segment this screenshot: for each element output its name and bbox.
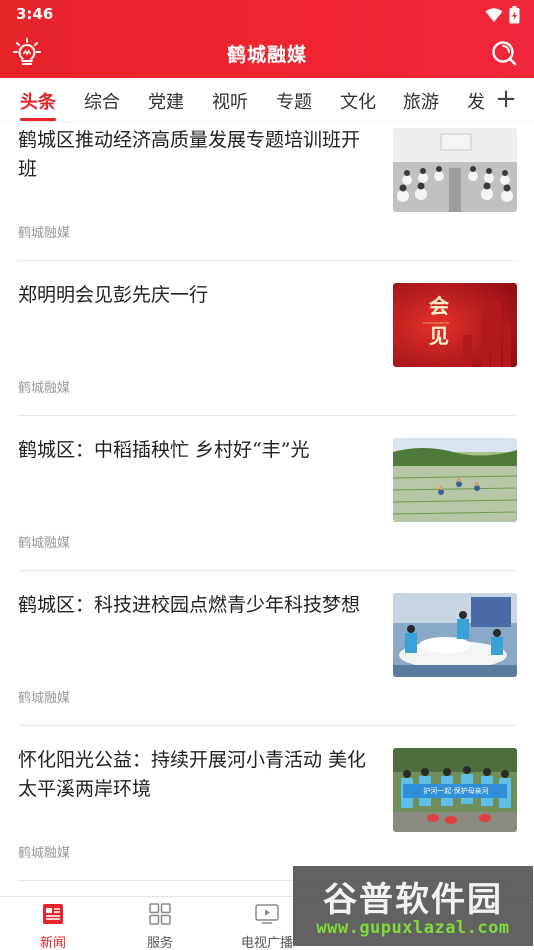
news-feed: 鹤城区推动经济高质量发展专题培训班开班 鹤城融媒 郑明明会见彭先庆一行 鹤城融媒… bbox=[0, 122, 534, 896]
news-item[interactable]: 鹤城区推动经济高质量发展专题培训班开班 鹤城融媒 bbox=[0, 122, 534, 277]
tab-list: 头条 综合 党建 视听 专题 文化 旅游 发 bbox=[0, 78, 490, 121]
watermark-url: www.gupuxlazal.com bbox=[316, 918, 510, 938]
search-icon bbox=[492, 41, 517, 66]
news-thumbnail: 会见 bbox=[393, 283, 517, 367]
nav-news[interactable]: 新闻 bbox=[13, 901, 93, 950]
newspaper-icon bbox=[43, 904, 63, 924]
news-thumbnail bbox=[393, 593, 517, 677]
status-time: 3:46 bbox=[16, 5, 54, 23]
tab-culture[interactable]: 文化 bbox=[340, 88, 376, 114]
tab-tourism[interactable]: 旅游 bbox=[403, 88, 439, 114]
news-title: 鹤城区推动经济高质量发展专题培训班开班 bbox=[18, 129, 361, 180]
tab-general[interactable]: 综合 bbox=[84, 88, 120, 114]
grid-icon bbox=[149, 903, 171, 925]
news-thumbnail bbox=[393, 438, 517, 522]
header: 3:46 鹤城融媒 bbox=[0, 0, 534, 78]
add-channel-button[interactable]: + bbox=[492, 84, 520, 114]
news-title: 鹤城区：科技进校园点燃青少年科技梦想 bbox=[18, 594, 361, 616]
news-source: 鹤城融媒 bbox=[18, 536, 71, 551]
thumb-caption: 会见 bbox=[429, 294, 449, 348]
news-source: 鹤城融媒 bbox=[18, 226, 71, 241]
tab-party-building[interactable]: 党建 bbox=[148, 88, 184, 114]
divider bbox=[18, 415, 517, 416]
news-item[interactable]: 郑明明会见彭先庆一行 鹤城融媒 会见 bbox=[0, 277, 534, 432]
nav-services[interactable]: 服务 bbox=[120, 901, 200, 950]
news-item[interactable]: 鹤城区：中稻插秧忙 乡村好“丰”光 鹤城融媒 bbox=[0, 432, 534, 587]
tab-development[interactable]: 发 bbox=[467, 88, 485, 114]
news-thumbnail: 护河一起·保护母亲河 bbox=[393, 748, 517, 832]
app-bar: 鹤城融媒 bbox=[0, 30, 534, 78]
news-title: 郑明明会见彭先庆一行 bbox=[18, 284, 209, 306]
search-button[interactable] bbox=[490, 39, 518, 67]
wifi-icon bbox=[485, 8, 503, 22]
watermark-overlay: 谷普软件园 www.gupuxlazal.com bbox=[293, 866, 533, 946]
divider bbox=[18, 260, 517, 261]
divider bbox=[18, 725, 517, 726]
active-tab-indicator bbox=[20, 118, 56, 121]
news-source: 鹤城融媒 bbox=[18, 846, 71, 861]
divider bbox=[18, 570, 517, 571]
watermark-title: 谷普软件园 bbox=[323, 880, 503, 920]
news-title: 鹤城区：中稻插秧忙 乡村好“丰”光 bbox=[18, 439, 310, 461]
tv-icon bbox=[255, 904, 279, 924]
tab-audiovisual[interactable]: 视听 bbox=[212, 88, 248, 114]
thumb-banner-text: 护河一起·保护母亲河 bbox=[423, 787, 489, 795]
news-title: 怀化阳光公益：持续开展河小青活动 美化太平溪两岸环境 bbox=[18, 749, 367, 800]
news-thumbnail bbox=[393, 128, 517, 212]
battery-icon bbox=[509, 6, 520, 24]
nav-label: 新闻 bbox=[39, 936, 66, 950]
tab-special-topics[interactable]: 专题 bbox=[276, 88, 312, 114]
news-item[interactable]: 鹤城区：科技进校园点燃青少年科技梦想 鹤城融媒 bbox=[0, 587, 534, 742]
app-title: 鹤城融媒 bbox=[226, 44, 307, 66]
tab-headlines[interactable]: 头条 bbox=[20, 88, 56, 114]
nav-label: 服务 bbox=[146, 936, 173, 950]
status-icons bbox=[485, 6, 520, 24]
news-source: 鹤城融媒 bbox=[18, 691, 71, 706]
category-tabs: 头条 综合 党建 视听 专题 文化 旅游 发 + bbox=[0, 78, 534, 122]
status-bar: 3:46 bbox=[0, 0, 534, 30]
news-source: 鹤城融媒 bbox=[18, 381, 71, 396]
